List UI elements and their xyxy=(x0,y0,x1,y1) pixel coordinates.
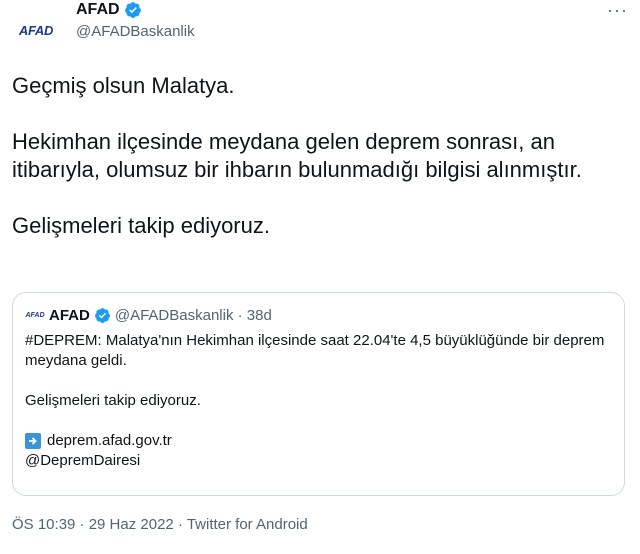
quoted-avatar: AFAD xyxy=(25,311,45,319)
verified-badge-icon xyxy=(124,2,141,18)
author-name-row[interactable]: AFAD xyxy=(76,1,142,19)
quoted-text-1: #DEPREM: Malatya'nın Hekimhan ilçesinde … xyxy=(25,332,605,369)
avatar[interactable]: AFAD xyxy=(12,6,60,54)
quoted-link-row[interactable]: deprem.afad.gov.tr xyxy=(25,431,613,451)
tweet-line-1: Geçmiş olsun Malatya. xyxy=(12,73,235,98)
tweet-line-2: Hekimhan ilçesinde meydana gelen deprem … xyxy=(12,129,582,182)
quoted-link[interactable]: deprem.afad.gov.tr xyxy=(47,431,172,451)
quoted-text-2: Gelişmeleri takip ediyoruz. xyxy=(25,392,201,409)
quoted-handle-time: @AFADBaskanlik · 38d xyxy=(114,306,272,324)
right-arrow-icon xyxy=(25,433,41,449)
tweet-line-3: Gelişmeleri takip ediyoruz. xyxy=(12,213,270,238)
quoted-tweet-card[interactable]: AFAD AFAD @AFADBaskanlik · 38d #DEPREM: … xyxy=(12,292,625,496)
quoted-display-name: AFAD xyxy=(49,306,90,324)
tweet-body: Geçmiş olsun Malatya. Hekimhan ilçesinde… xyxy=(12,72,628,240)
tweet-header: AFAD AFAD @AFADBaskanlik ··· xyxy=(0,0,640,56)
quoted-tweet-body: #DEPREM: Malatya'nın Hekimhan ilçesinde … xyxy=(25,331,613,471)
avatar-logo-text: AFAD xyxy=(18,22,54,38)
quoted-tweet-header: AFAD AFAD @AFADBaskanlik · 38d xyxy=(25,305,272,325)
tweet-meta[interactable]: ÖS 10:39 · 29 Haz 2022 · Twitter for And… xyxy=(12,516,308,533)
author-handle[interactable]: @AFADBaskanlik xyxy=(76,23,195,40)
more-options-icon[interactable]: ··· xyxy=(607,0,628,21)
verified-badge-icon xyxy=(94,307,110,323)
quoted-mention[interactable]: @DepremDairesi xyxy=(25,451,613,471)
author-display-name[interactable]: AFAD xyxy=(76,1,120,19)
